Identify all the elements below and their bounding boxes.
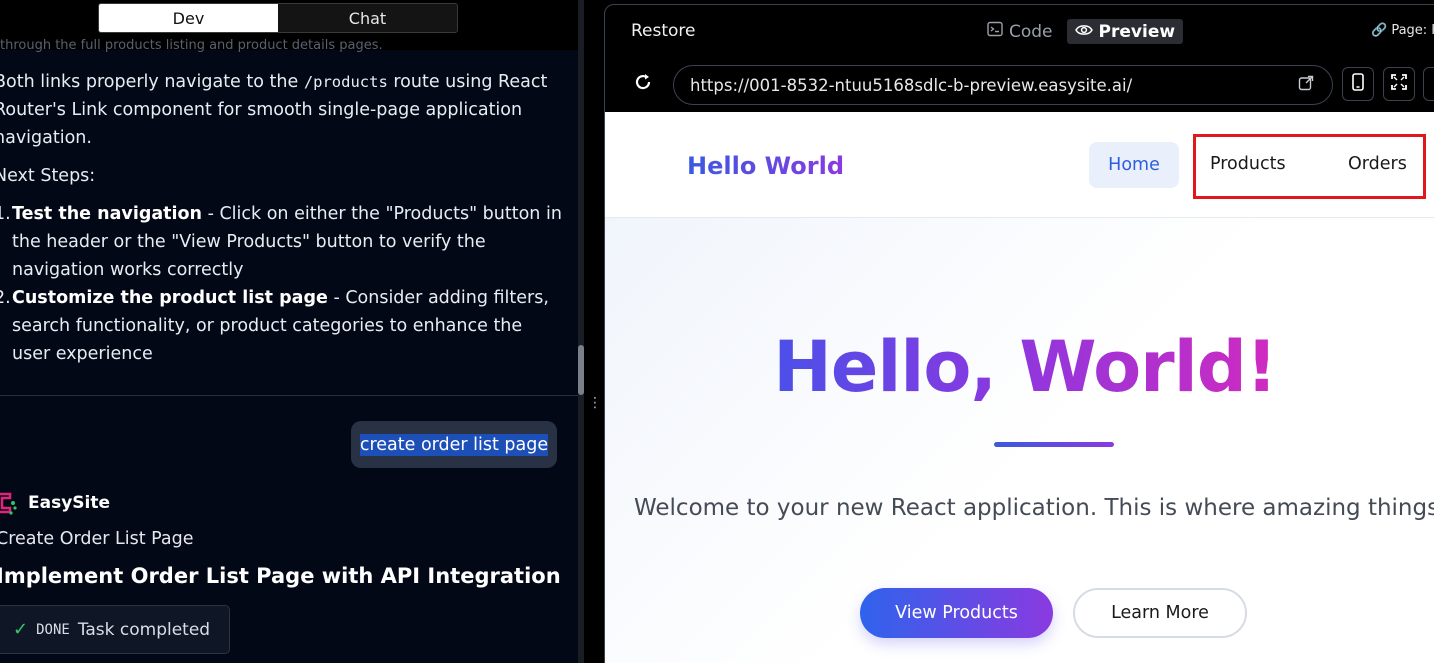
user-message-text[interactable]: create order list page [359,433,549,456]
tab-preview[interactable]: Preview [1066,19,1184,44]
fullscreen-button[interactable] [1383,67,1415,101]
chat-panel: Dev Chat through the full products listi… [0,0,590,663]
route-code: /products [303,73,388,91]
mode-toggle[interactable]: Dev Chat [98,3,458,33]
restore-button[interactable]: Restore [631,21,696,41]
url-bar[interactable] [673,65,1333,105]
list-item: 2.Customize the product list page - Cons… [0,284,564,368]
page-selector[interactable]: 🔗 Page: H [1371,23,1434,38]
url-input[interactable] [690,75,1270,95]
task-title: Implement Order List Page with API Integ… [0,564,561,588]
external-link-icon[interactable] [1298,75,1314,96]
link-icon: 🔗 [1371,23,1388,38]
step-title: Test the navigation [12,204,202,224]
phone-icon [1352,73,1364,95]
eye-icon [1074,22,1093,42]
hero-underline [994,442,1114,447]
assistant-name: EasySite [28,493,111,513]
nav-home-link[interactable]: Home [1089,142,1179,188]
tab-preview-label: Preview [1098,21,1176,42]
preview-panel: Restore Code Preview 🔗 Page: H [604,4,1434,663]
chat-scrollbar-track[interactable] [578,0,584,663]
url-toolbar [605,63,1434,111]
site-logo[interactable]: Hello World [687,152,844,180]
step-title: Customize the product list page [12,288,328,308]
intro-paragraph: Both links properly navigate to the /pro… [0,68,564,152]
steps-list: 1.Test the navigation - Click on either … [0,200,564,368]
learn-more-button[interactable]: Learn More [1073,588,1247,638]
easysite-logo-icon [0,490,18,516]
terminal-icon [987,21,1003,42]
preview-header: Restore Code Preview 🔗 Page: H [605,5,1434,60]
site-navbar: Hello World Home Products Orders [605,112,1434,218]
reload-icon[interactable] [633,72,653,98]
assistant-header: EasySite [0,490,110,516]
step-number: 1. [0,204,11,224]
site-preview: Hello World Home Products Orders Hello, … [605,112,1434,663]
status-badge[interactable]: ✓ DONE Task completed [0,605,230,654]
mobile-view-button[interactable] [1342,67,1374,101]
chat-scrollbar-thumb[interactable] [578,345,584,395]
step-number: 2. [0,288,11,308]
status-text: Task completed [77,619,211,640]
hero-title-text: Hello, World! [773,326,1277,408]
hero-subtitle: Welcome to your new React application. T… [634,495,1434,521]
view-switch: Code Preview [979,19,1184,44]
toggle-dev[interactable]: Dev [99,4,278,32]
toggle-chat[interactable]: Chat [278,4,457,32]
hero-title: Hello, World! [605,326,1434,408]
tab-code-label: Code [1009,21,1053,42]
check-icon: ✓ [13,619,29,640]
status-label: DONE [36,621,70,638]
task-subtitle: Create Order List Page [0,529,194,549]
list-item: 1.Test the navigation - Click on either … [0,200,564,284]
faded-text: through the full products listing and pr… [0,38,383,52]
more-tools-button[interactable] [1423,67,1434,101]
fullscreen-icon [1391,74,1407,94]
intro-before: Both links properly navigate to the [0,72,304,92]
user-message-bubble: create order list page [351,421,557,468]
tab-code[interactable]: Code [979,19,1061,44]
message-divider [0,395,578,396]
assistant-message: Both links properly navigate to the /pro… [0,68,564,368]
next-steps-heading: Next Steps: [0,166,96,186]
view-products-button[interactable]: View Products [860,588,1053,638]
highlight-box [1193,134,1426,199]
page-label: Page: H [1391,23,1434,38]
